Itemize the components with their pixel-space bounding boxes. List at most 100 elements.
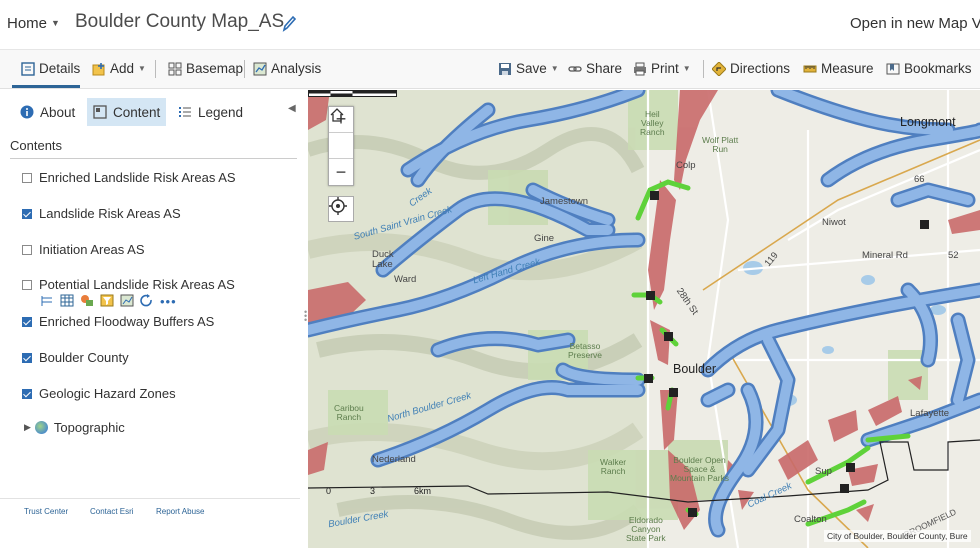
basemap-button[interactable]: Basemap bbox=[168, 61, 243, 76]
perform-analysis-icon[interactable] bbox=[120, 294, 134, 307]
share-label: Share bbox=[586, 61, 623, 76]
panel-resize-handle[interactable]: • • • bbox=[304, 308, 307, 325]
directions-button[interactable]: Directions bbox=[712, 61, 790, 76]
divider bbox=[10, 158, 297, 159]
details-panel: About Content Legend ◀ Contents Enriched… bbox=[0, 90, 300, 548]
map-label-caribou-ranch: Caribou Ranch bbox=[334, 403, 364, 422]
layer-checkbox[interactable] bbox=[22, 172, 32, 183]
share-button[interactable]: Share bbox=[568, 61, 622, 76]
legend-icon[interactable] bbox=[40, 294, 54, 307]
analysis-label: Analysis bbox=[271, 61, 322, 76]
layer-checkbox[interactable] bbox=[22, 388, 32, 399]
map-label-walker-ranch: Walker Ranch bbox=[600, 457, 627, 476]
bookmarks-icon bbox=[886, 63, 900, 74]
legend-list-icon bbox=[179, 107, 191, 117]
layer-checkbox[interactable] bbox=[22, 279, 32, 290]
layer-label: Initiation Areas AS bbox=[39, 242, 145, 257]
chevron-down-icon: ▼ bbox=[51, 18, 60, 28]
home-menu[interactable]: Home ▼ bbox=[7, 15, 60, 32]
map-label-gine: Gine bbox=[534, 233, 555, 244]
bookmarks-button[interactable]: Bookmarks bbox=[886, 61, 972, 76]
directions-icon bbox=[712, 61, 726, 76]
add-button[interactable]: Add ▼ bbox=[92, 61, 146, 76]
save-button[interactable]: Save ▼ bbox=[498, 61, 559, 76]
map-label-boulder-open-space: Boulder Open Space & Mountain Parks bbox=[670, 455, 730, 483]
change-style-icon[interactable] bbox=[80, 294, 94, 307]
print-button[interactable]: Print ▼ bbox=[633, 61, 691, 76]
scale-label-3: 3 bbox=[370, 486, 376, 496]
map-canvas[interactable] bbox=[308, 90, 980, 548]
refresh-icon[interactable] bbox=[140, 294, 154, 307]
measure-label: Measure bbox=[821, 61, 874, 76]
details-label: Details bbox=[39, 61, 81, 76]
analysis-button[interactable]: Analysis bbox=[253, 61, 321, 76]
layer-label: Potential Landslide Risk Areas AS bbox=[39, 277, 235, 292]
add-label: Add bbox=[110, 61, 135, 76]
layer-item[interactable]: Enriched Landslide Risk Areas AS bbox=[22, 170, 236, 185]
locate-button[interactable] bbox=[328, 196, 354, 222]
tab-about-label: About bbox=[40, 104, 76, 120]
zoom-out-button[interactable]: − bbox=[329, 159, 353, 185]
layer-label: Enriched Landslide Risk Areas AS bbox=[39, 170, 236, 185]
content-icon bbox=[93, 105, 107, 119]
collapse-panel-icon[interactable]: ◀ bbox=[288, 103, 296, 114]
edit-pencil-icon[interactable] bbox=[282, 14, 296, 32]
map-view[interactable]: Longmont Jamestown Ward Duck Lake Gine C… bbox=[308, 90, 980, 548]
layer-item[interactable]: Potential Landslide Risk Areas AS bbox=[22, 277, 235, 292]
home-icon bbox=[330, 108, 344, 122]
map-label-duck-lake: Duck Lake bbox=[372, 249, 394, 270]
layer-label: Landslide Risk Areas AS bbox=[39, 206, 181, 221]
contact-esri-link[interactable]: Contact Esri bbox=[90, 507, 134, 516]
more-options-icon[interactable]: ••• bbox=[160, 294, 177, 309]
chevron-down-icon: ▼ bbox=[138, 64, 146, 73]
layer-label: Geologic Hazard Zones bbox=[39, 386, 176, 401]
table-icon[interactable] bbox=[60, 294, 74, 307]
panel-footer: Trust Center Contact Esri Report Abuse bbox=[0, 498, 300, 548]
tab-legend-label: Legend bbox=[198, 104, 244, 120]
title-bar: Home ▼ Boulder County Map_AS Open in new … bbox=[0, 0, 980, 48]
map-label-lafayette: Lafayette bbox=[910, 408, 950, 419]
tab-legend[interactable]: Legend bbox=[172, 98, 249, 126]
report-abuse-link[interactable]: Report Abuse bbox=[156, 507, 204, 516]
layer-checkbox[interactable] bbox=[22, 316, 32, 327]
map-label-eldorado: Eldorado Canyon State Park bbox=[626, 515, 666, 543]
home-label: Home bbox=[7, 15, 48, 32]
map-label-nederland: Nederland bbox=[372, 454, 416, 465]
toolbar-divider bbox=[244, 60, 245, 78]
expand-arrow-icon[interactable]: ▶ bbox=[24, 422, 31, 433]
open-in-map-viewer-link[interactable]: Open in new Map Vi bbox=[850, 15, 980, 32]
tab-content[interactable]: Content bbox=[87, 98, 167, 126]
analysis-icon bbox=[253, 62, 267, 75]
layer-checkbox[interactable] bbox=[22, 208, 32, 219]
layer-item[interactable]: Enriched Floodway Buffers AS bbox=[22, 314, 214, 329]
layer-item[interactable]: Initiation Areas AS bbox=[22, 242, 145, 257]
layer-checkbox[interactable] bbox=[22, 352, 32, 363]
trust-center-link[interactable]: Trust Center bbox=[24, 507, 68, 516]
filter-icon[interactable] bbox=[100, 294, 114, 307]
printer-icon bbox=[634, 62, 646, 75]
measure-button[interactable]: Measure bbox=[803, 61, 874, 76]
directions-label: Directions bbox=[730, 61, 791, 76]
layer-item[interactable]: Geologic Hazard Zones bbox=[22, 386, 176, 401]
basemap-grid-icon bbox=[168, 62, 182, 75]
layer-item[interactable]: Boulder County bbox=[22, 350, 129, 365]
tab-about[interactable]: About bbox=[14, 98, 81, 126]
home-extent-button[interactable] bbox=[329, 108, 353, 159]
toolbar-divider bbox=[155, 60, 156, 78]
info-icon bbox=[20, 105, 34, 119]
map-label-colp: Colp bbox=[676, 160, 696, 171]
scale-label-0: 0 bbox=[326, 486, 332, 496]
details-button[interactable]: Details bbox=[21, 61, 80, 76]
print-label: Print bbox=[651, 61, 679, 76]
map-label-longmont: Longmont bbox=[900, 115, 956, 129]
locate-crosshair-icon bbox=[329, 197, 347, 215]
layer-checkbox[interactable] bbox=[22, 244, 32, 255]
contents-heading: Contents bbox=[10, 138, 63, 153]
map-label-ward: Ward bbox=[394, 274, 417, 285]
layer-item[interactable]: Landslide Risk Areas AS bbox=[22, 206, 181, 221]
map-label-boulder: Boulder bbox=[673, 362, 717, 376]
basemap-layer-item[interactable]: ▶ Topographic bbox=[24, 420, 125, 435]
map-label-mineral-rd: Mineral Rd bbox=[862, 250, 908, 261]
map-label-wolf-platt: Wolf Platt Run bbox=[702, 135, 739, 154]
panel-tabs: About Content Legend ◀ bbox=[0, 90, 300, 132]
